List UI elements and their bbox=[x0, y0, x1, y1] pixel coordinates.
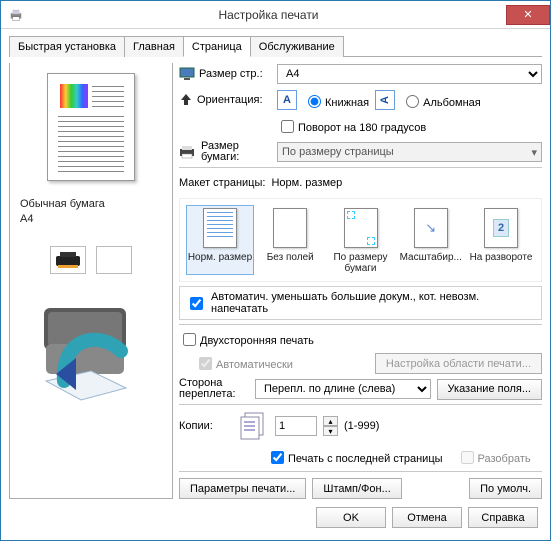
ok-button[interactable]: OK bbox=[316, 507, 386, 528]
tab-page[interactable]: Страница bbox=[183, 36, 251, 57]
landscape-a-icon: A bbox=[375, 90, 395, 110]
portrait-a-icon: A bbox=[277, 90, 297, 110]
settings-pane: Размер стр.: A4 Ориентация: A Книжная A … bbox=[179, 63, 542, 499]
duplex-checkbox[interactable]: Двухсторонняя печать bbox=[179, 330, 314, 349]
layout-opt-borderless[interactable]: Без полей bbox=[256, 205, 324, 275]
collate-checkbox: Разобрать bbox=[457, 448, 531, 467]
binding-label: Сторонапереплета: bbox=[179, 378, 249, 400]
orientation-label: Ориентация: bbox=[179, 93, 271, 107]
tab-content: Обычная бумага A4 bbox=[1, 57, 550, 499]
orientation-portrait-radio[interactable]: Книжная bbox=[303, 92, 369, 109]
dialog-window: Настройка печати ✕ Быстрая установка Гла… bbox=[0, 0, 551, 541]
tab-bar: Быстрая установка Главная Страница Обслу… bbox=[9, 35, 542, 57]
titlebar: Настройка печати ✕ bbox=[1, 1, 550, 29]
media-info: Обычная бумага A4 bbox=[20, 197, 105, 228]
printer-paper-select[interactable]: По размеру страницы bbox=[277, 142, 542, 162]
dialog-footer: OK Отмена Справка bbox=[1, 499, 550, 540]
media-icons bbox=[50, 246, 132, 274]
duplex-auto-checkbox: Автоматически bbox=[195, 354, 293, 373]
help-button[interactable]: Справка bbox=[468, 507, 538, 528]
printer-small-icon bbox=[50, 246, 86, 274]
autoshrink-label: Автоматич. уменьшать большие докум., кот… bbox=[211, 291, 535, 315]
copies-icon bbox=[235, 409, 269, 443]
page-size-select[interactable]: A4 bbox=[277, 64, 542, 84]
printer-app-icon bbox=[9, 8, 23, 22]
rotate180-checkbox[interactable]: Поворот на 180 градусов bbox=[277, 117, 426, 136]
defaults-button[interactable]: По умолч. bbox=[469, 478, 542, 499]
copies-spinner[interactable]: ▴▾ bbox=[323, 416, 338, 436]
margin-button[interactable]: Указание поля... bbox=[437, 379, 542, 400]
preview-pane: Обычная бумага A4 bbox=[9, 63, 173, 499]
tab-quick-setup[interactable]: Быстрая установка bbox=[9, 36, 125, 57]
layout-opt-normal[interactable]: Норм. размер bbox=[186, 205, 254, 275]
print-params-button[interactable]: Параметры печати... bbox=[179, 478, 306, 499]
layout-label: Макет страницы: bbox=[179, 177, 265, 189]
print-area-button: Настройка области печати... bbox=[375, 353, 542, 374]
window-title: Настройка печати bbox=[31, 8, 506, 22]
layout-opt-spread[interactable]: 2 На развороте bbox=[467, 205, 535, 275]
autoshrink-checkbox[interactable] bbox=[190, 297, 203, 310]
orientation-icon bbox=[179, 93, 193, 107]
media-type: Обычная бумага bbox=[20, 197, 105, 212]
layout-opt-scale[interactable]: ↘ Масштабир... bbox=[397, 205, 465, 275]
media-size: A4 bbox=[20, 212, 105, 227]
copies-label: Копии: bbox=[179, 420, 229, 432]
layout-options: Норм. размер Без полей По размеру бумаги… bbox=[179, 198, 542, 282]
close-button[interactable]: ✕ bbox=[506, 5, 550, 25]
print-from-last-checkbox[interactable]: Печать с последней страницы bbox=[267, 448, 443, 467]
autoshrink-row: Автоматич. уменьшать большие докум., кот… bbox=[179, 286, 542, 320]
binding-select[interactable]: Перепл. по длине (слева) bbox=[255, 379, 431, 399]
stamp-bg-button[interactable]: Штамп/Фон... bbox=[312, 478, 401, 499]
printer-paper-label: Размербумаги: bbox=[179, 141, 271, 163]
page-preview bbox=[47, 73, 135, 181]
page-size-label: Размер стр.: bbox=[179, 67, 271, 81]
monitor-icon bbox=[179, 67, 195, 81]
printer-tray-icon bbox=[179, 145, 197, 159]
orientation-landscape-radio[interactable]: Альбомная bbox=[401, 92, 481, 109]
tab-maintenance[interactable]: Обслуживание bbox=[250, 36, 344, 57]
layout-value: Норм. размер bbox=[271, 177, 342, 189]
copies-range: (1-999) bbox=[344, 420, 379, 432]
blank-page-icon bbox=[96, 246, 132, 274]
printer-illustration bbox=[26, 296, 156, 406]
cancel-button[interactable]: Отмена bbox=[392, 507, 462, 528]
copies-input[interactable] bbox=[275, 416, 317, 436]
layout-opt-fit[interactable]: По размеру бумаги bbox=[327, 205, 395, 275]
tab-main[interactable]: Главная bbox=[124, 36, 184, 57]
